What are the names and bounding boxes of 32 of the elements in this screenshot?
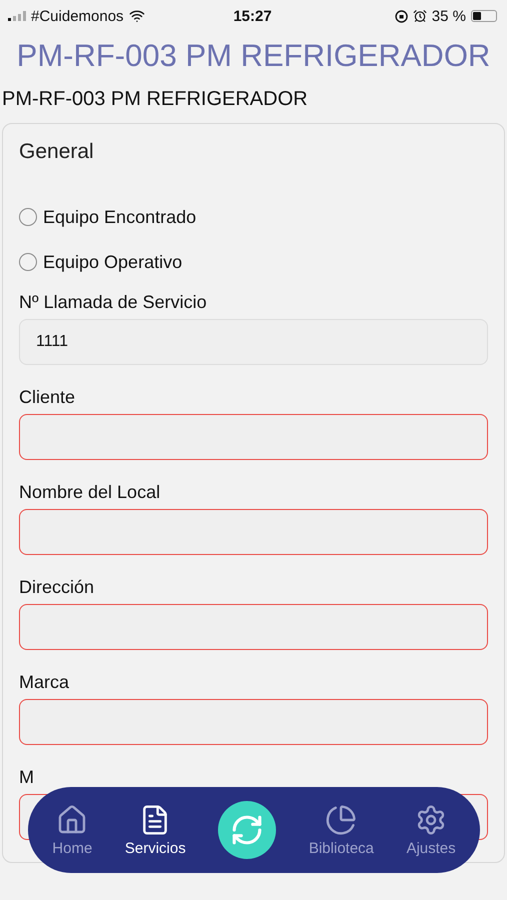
- battery-percent: 35 %: [432, 8, 466, 24]
- signal-icon: [8, 11, 26, 21]
- radio-button[interactable]: [19, 208, 37, 226]
- input-field[interactable]: [19, 604, 488, 650]
- field-label: Marca: [19, 672, 70, 693]
- input-field[interactable]: 1111: [19, 319, 488, 365]
- page-title: PM-RF-003 PM REFRIGERADOR: [16, 38, 492, 74]
- clock-time: 15:27: [233, 8, 272, 24]
- input-field[interactable]: [19, 509, 488, 555]
- field-label: M: [19, 767, 35, 788]
- input-field[interactable]: [19, 414, 488, 460]
- field-label: Nº Llamada de Servicio: [19, 292, 208, 313]
- nav-tab[interactable]: Servicios: [124, 804, 186, 856]
- field-label: Cliente: [19, 387, 76, 408]
- radio-button[interactable]: [19, 253, 37, 271]
- radio-label: Equipo Operativo: [43, 252, 182, 272]
- section-title: General: [19, 140, 95, 164]
- battery-icon: [471, 10, 497, 22]
- field-label: Nombre del Local: [19, 482, 162, 503]
- carrier-name: #Cuidemonos: [31, 8, 124, 24]
- alarm-icon: [412, 9, 427, 23]
- nav-tab[interactable]: Ajustes: [406, 804, 456, 856]
- input-field[interactable]: [19, 699, 488, 745]
- nav-tab[interactable]: Biblioteca: [308, 804, 374, 856]
- wifi-icon: [128, 8, 145, 24]
- rotation-lock-icon: [394, 10, 408, 22]
- nav-tab[interactable]: Home: [52, 804, 92, 856]
- field-label: Dirección: [19, 577, 96, 598]
- radio-label: Equipo Encontrado: [43, 206, 196, 228]
- sync-icon: [230, 813, 264, 847]
- pie-chart-icon: [325, 804, 358, 836]
- form-title: PM-RF-003 PM REFRIGERADOR: [2, 88, 309, 111]
